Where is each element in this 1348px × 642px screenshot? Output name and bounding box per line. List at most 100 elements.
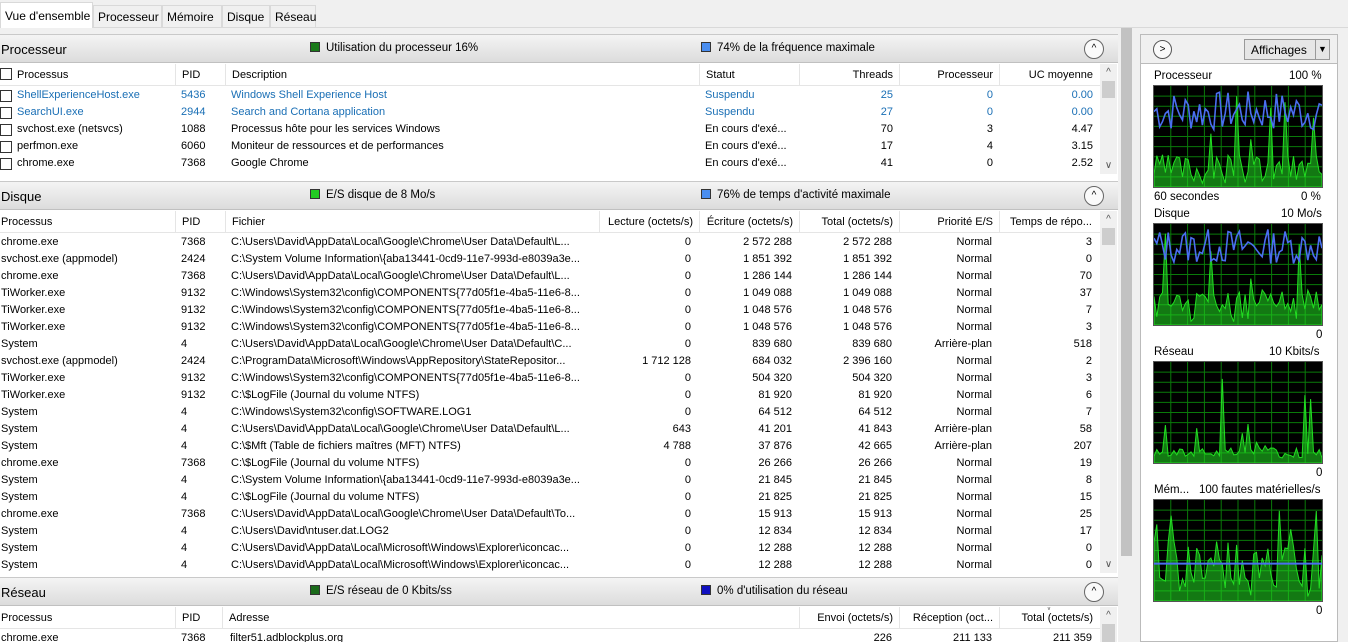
table-row[interactable]: System 4 C:\$LogFile (Journal du volume NT… — [0, 489, 1100, 506]
column-header[interactable]: Statut — [699, 64, 799, 86]
table-row[interactable]: System 4 C:\Users\David\ntuser.dat.LOG2 0 12… — [0, 523, 1100, 540]
processor-section-header[interactable]: Processeur Utilisation du processeur 16%… — [0, 34, 1118, 63]
table-row[interactable]: TiWorker.exe 9132 C:\Windows\System32\conf… — [0, 302, 1100, 319]
io-priority: Normal — [956, 236, 992, 248]
disk-scrollbar[interactable]: ^ ∨ — [1100, 211, 1117, 573]
network-usage-indicator: 0% d'utilisation du réseau — [701, 585, 848, 597]
table-row[interactable]: SearchUI.exe 2944 Search and Cortana appli… — [0, 104, 1100, 121]
table-row[interactable]: System 4 C:\Users\David\AppData\Local\Goog… — [0, 336, 1100, 353]
table-row[interactable]: TiWorker.exe 9132 C:\Windows\System32\conf… — [0, 285, 1100, 302]
row-checkbox[interactable] — [0, 141, 12, 153]
processor-scrollbar[interactable]: ^ ∨ — [1100, 64, 1117, 174]
process-name: SearchUI.exe — [17, 106, 84, 118]
network-section-header[interactable]: Réseau E/S réseau de 0 Kbits/ss 0% d'uti… — [0, 577, 1118, 606]
collapse-network-button[interactable]: ^ — [1084, 582, 1104, 602]
column-header[interactable]: PID — [175, 64, 200, 86]
chevron-down-icon[interactable]: ▼ — [1315, 40, 1329, 59]
column-header[interactable]: Envoi (octets/s) — [799, 607, 899, 629]
file-path: C:\Users\David\AppData\Local\Google\Chro… — [231, 508, 576, 520]
select-all-checkbox[interactable] — [0, 68, 12, 80]
table-row[interactable]: chrome.exe 7368 C:\$LogFile (Journal du vo… — [0, 455, 1100, 472]
table-row[interactable]: chrome.exe 7368 Google Chrome En cours d'ex… — [0, 155, 1100, 172]
column-header[interactable]: PID — [175, 211, 200, 233]
collapse-processor-button[interactable]: ^ — [1084, 39, 1104, 59]
column-header[interactable]: Adresse — [222, 607, 269, 629]
column-header[interactable]: PID — [175, 607, 200, 629]
tab-memory[interactable]: Mémoire — [162, 5, 222, 27]
column-header[interactable]: Processeur — [899, 64, 999, 86]
row-checkbox[interactable] — [0, 124, 12, 136]
table-row[interactable]: System 4 C:\Windows\System32\config\SOFTWA… — [0, 404, 1100, 421]
scroll-up-icon[interactable]: ^ — [1100, 211, 1117, 228]
table-row[interactable]: TiWorker.exe 9132 C:\Windows\System32\conf… — [0, 370, 1100, 387]
view-dropdown[interactable]: Affichages ▼ — [1244, 39, 1330, 60]
status: Suspendu — [705, 89, 755, 101]
tab-processor[interactable]: Processeur — [93, 5, 162, 27]
main-scroll-thumb[interactable] — [1121, 28, 1132, 556]
table-row[interactable]: System 4 C:\Users\David\AppData\Local\Micr… — [0, 540, 1100, 557]
write-bytes: 26 266 — [758, 457, 792, 469]
column-header[interactable]: Réception (oct... — [899, 607, 999, 629]
table-row[interactable]: chrome.exe 7368 C:\Users\David\AppData\Loc… — [0, 506, 1100, 523]
column-header[interactable]: Temps de répo... — [999, 211, 1099, 233]
network-usage-text: 0% d'utilisation du réseau — [717, 585, 848, 597]
column-header[interactable]: Lecture (octets/s) — [599, 211, 699, 233]
response-time: 0 — [1085, 559, 1092, 571]
column-header[interactable]: Threads — [799, 64, 899, 86]
process-name: svchost.exe (appmodel) — [1, 253, 118, 265]
column-header[interactable]: Total (octets/s) — [799, 211, 899, 233]
scroll-thumb[interactable] — [1102, 228, 1115, 245]
table-row[interactable]: chrome.exe 7368 C:\Users\David\AppData\Loc… — [0, 234, 1100, 251]
disk-section-header[interactable]: Disque E/S disque de 8 Mo/s 76% de temps… — [0, 181, 1118, 210]
row-checkbox[interactable] — [0, 90, 12, 102]
read-bytes: 0 — [684, 338, 691, 350]
table-row[interactable]: perfmon.exe 6060 Moniteur de ressources et… — [0, 138, 1100, 155]
scroll-thumb[interactable] — [1102, 81, 1115, 98]
column-header[interactable]: Processus — [1, 216, 52, 228]
tab-disk[interactable]: Disque — [222, 5, 270, 27]
pid: 4 — [181, 423, 188, 435]
main-scrollbar[interactable] — [1120, 28, 1133, 642]
total-bytes: 21 825 — [858, 491, 892, 503]
graph-min-label: 0 — [1316, 467, 1323, 479]
collapse-disk-button[interactable]: ^ — [1084, 186, 1104, 206]
table-row[interactable]: System 4 C:\Users\David\AppData\Local\Goog… — [0, 421, 1100, 438]
table-row[interactable]: ShellExperienceHost.exe 5436 Windows Shell… — [0, 87, 1100, 104]
table-row[interactable]: svchost.exe (netsvcs) 1088 Processus hôte … — [0, 121, 1100, 138]
table-row[interactable]: svchost.exe (appmodel) 2424 C:\System Volu… — [0, 251, 1100, 268]
table-row[interactable]: TiWorker.exe 9132 C:\Windows\System32\conf… — [0, 319, 1100, 336]
column-header[interactable]: Description — [225, 64, 287, 86]
column-header[interactable]: Écriture (octets/s) — [699, 211, 799, 233]
scroll-up-icon[interactable]: ^ — [1100, 64, 1117, 81]
response-time: 2 — [1085, 355, 1092, 367]
disk-activity-indicator: 76% de temps d'activité maximale — [701, 189, 891, 201]
table-row[interactable]: svchost.exe (appmodel) 2424 C:\ProgramData… — [0, 353, 1100, 370]
table-row[interactable]: System 4 C:\System Volume Information\{aba… — [0, 472, 1100, 489]
scroll-down-icon[interactable]: ∨ — [1100, 556, 1117, 573]
column-header[interactable]: UC moyenne — [999, 64, 1099, 86]
scroll-up-icon[interactable]: ^ — [1100, 607, 1117, 624]
expand-panel-button[interactable]: > — [1153, 40, 1172, 59]
table-row[interactable]: TiWorker.exe 9132 C:\$LogFile (Journal du … — [0, 387, 1100, 404]
scroll-down-icon[interactable]: ∨ — [1100, 157, 1117, 174]
table-row[interactable]: System 4 C:\Users\David\AppData\Local\Micr… — [0, 557, 1100, 573]
column-header[interactable]: Fichier — [225, 211, 265, 233]
graph-min-label: 0 — [1316, 605, 1323, 617]
row-checkbox[interactable] — [0, 107, 12, 119]
network-scrollbar[interactable]: ^ — [1100, 607, 1117, 642]
total-bytes: 21 845 — [858, 474, 892, 486]
overview-pane: Processeur Utilisation du processeur 16%… — [0, 34, 1118, 642]
tab-network[interactable]: Réseau — [270, 5, 316, 27]
graphs-panel: > Affichages ▼ Processeur 100 % 60 secon… — [1140, 34, 1338, 642]
write-bytes: 504 320 — [752, 372, 792, 384]
scroll-thumb[interactable] — [1102, 624, 1115, 642]
column-header[interactable]: Processus — [17, 69, 68, 81]
column-header[interactable]: Processus — [1, 612, 52, 624]
response-time: 3 — [1085, 236, 1092, 248]
table-row[interactable]: System 4 C:\$Mft (Table de fichiers maître… — [0, 438, 1100, 455]
column-header[interactable]: Priorité E/S — [899, 211, 999, 233]
table-row[interactable]: chrome.exe 7368 C:\Users\David\AppData\Loc… — [0, 268, 1100, 285]
tab-overview[interactable]: Vue d'ensemble — [0, 2, 93, 28]
table-row[interactable]: chrome.exe 7368 filter51.adblockplus.org 22… — [0, 630, 1100, 642]
row-checkbox[interactable] — [0, 158, 12, 170]
